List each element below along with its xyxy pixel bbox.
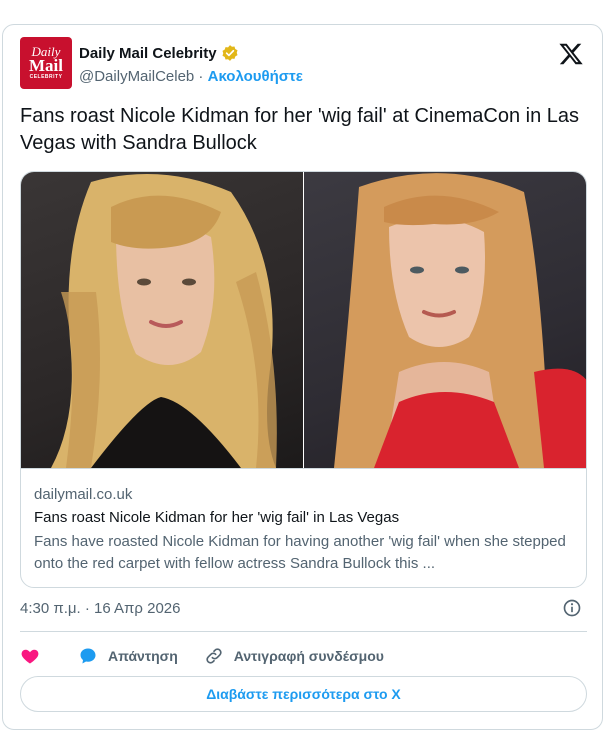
- heart-icon: [21, 649, 39, 664]
- action-bar: Απάντηση Αντιγραφή συνδέσμου: [20, 641, 384, 671]
- tweet-text: Fans roast Nicole Kidman for her 'wig fa…: [20, 105, 579, 154]
- link-title: Fans roast Nicole Kidman for her 'wig fa…: [34, 509, 400, 526]
- avatar[interactable]: Daily Mail CELEBRITY: [20, 37, 72, 89]
- follow-link[interactable]: Ακολουθήστε: [208, 68, 303, 85]
- tweet-embed-card: Daily Mail CELEBRITY Daily Mail Celebrit…: [2, 24, 603, 730]
- author-name-row: Daily Mail Celebrity: [79, 44, 239, 62]
- copy-link-button[interactable]: Αντιγραφή συνδέσμου: [204, 646, 384, 666]
- reply-bubble-icon: [80, 648, 96, 664]
- read-more-button[interactable]: Διαβάστε περισσότερα στο X: [20, 676, 587, 712]
- verified-badge-icon: [221, 44, 239, 62]
- author-handle[interactable]: @DailyMailCeleb: [79, 68, 194, 85]
- tweet-timestamp[interactable]: 4:30 π.μ. · 16 Απρ 2026: [20, 600, 180, 617]
- author-handle-row: @DailyMailCeleb · Ακολουθήστε: [79, 68, 303, 85]
- photo-left: [21, 172, 303, 468]
- like-button[interactable]: [20, 646, 40, 666]
- reply-button[interactable]: Απάντηση: [78, 646, 178, 666]
- info-icon[interactable]: [562, 598, 582, 618]
- link-domain: dailymail.co.uk: [34, 486, 133, 503]
- reply-label: Απάντηση: [108, 648, 178, 664]
- divider: [20, 631, 587, 632]
- copy-link-label: Αντιγραφή συνδέσμου: [233, 648, 384, 664]
- link-card-images: [21, 172, 586, 468]
- link-preview-card[interactable]: dailymail.co.uk Fans roast Nicole Kidman…: [20, 171, 587, 588]
- link-card-info: dailymail.co.uk Fans roast Nicole Kidman…: [21, 468, 586, 587]
- author-display-name[interactable]: Daily Mail Celebrity: [79, 45, 217, 62]
- avatar-logo-line3: CELEBRITY: [29, 74, 63, 80]
- x-logo-icon[interactable]: [558, 41, 584, 67]
- handle-separator: ·: [194, 68, 208, 85]
- link-description: Fans have roasted Nicole Kidman for havi…: [34, 533, 566, 572]
- link-icon: [206, 648, 222, 664]
- photo-right: [304, 172, 586, 468]
- avatar-logo-line2: Mail: [29, 56, 63, 75]
